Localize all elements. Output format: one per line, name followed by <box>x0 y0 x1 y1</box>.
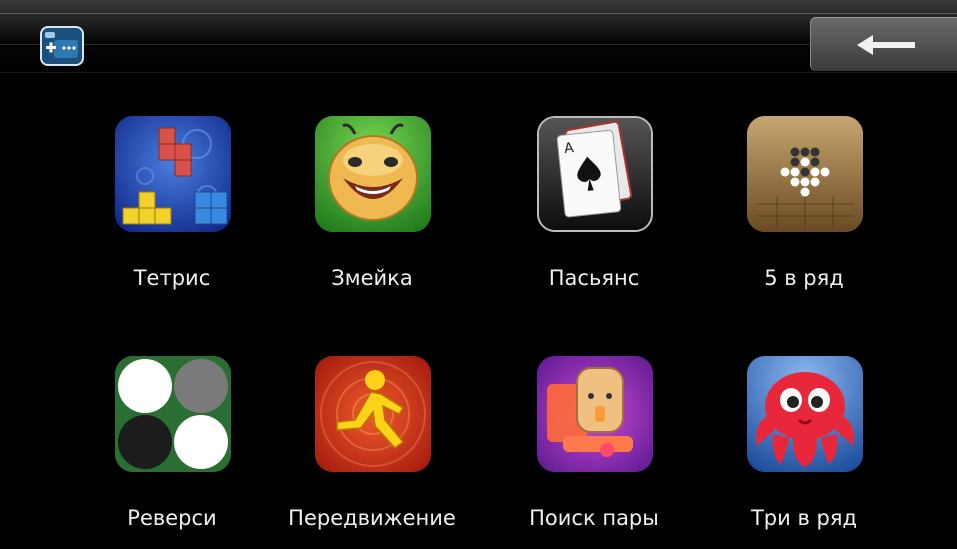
game-label: Реверси <box>127 506 217 530</box>
back-arrow-icon <box>857 35 915 55</box>
tetris-icon <box>115 116 231 232</box>
game-three-in-row[interactable]: Три в ряд <box>709 356 899 536</box>
game-label: Змейка <box>331 266 413 290</box>
find-pair-icon <box>537 356 653 472</box>
game-snake[interactable]: Змейка <box>277 116 467 296</box>
game-label: Три в ряд <box>750 506 857 530</box>
game-reversi[interactable]: Реверси <box>77 356 267 536</box>
game-tetris[interactable]: Тетрис <box>77 116 267 296</box>
game-move[interactable]: Передвижение <box>277 356 467 536</box>
top-bar-highlight <box>0 13 957 14</box>
game-label: Пасьянс <box>548 266 640 290</box>
game-five-in-row[interactable]: 5 в ряд <box>709 116 899 296</box>
gamepad-icon <box>40 26 84 66</box>
game-label: Поиск пары <box>529 506 659 530</box>
back-button[interactable] <box>810 17 957 71</box>
game-label: Тетрис <box>133 266 211 290</box>
game-solitaire[interactable]: A Пасьянс <box>499 116 689 296</box>
game-label: 5 в ряд <box>764 266 844 290</box>
solitaire-icon: A <box>537 116 653 232</box>
game-label: Передвижение <box>288 506 456 530</box>
move-icon <box>315 356 431 472</box>
five-in-row-icon <box>747 116 863 232</box>
three-in-row-icon <box>747 356 863 472</box>
reversi-icon <box>115 356 231 472</box>
snake-icon <box>315 116 431 232</box>
game-find-pair[interactable]: Поиск пары <box>499 356 689 536</box>
